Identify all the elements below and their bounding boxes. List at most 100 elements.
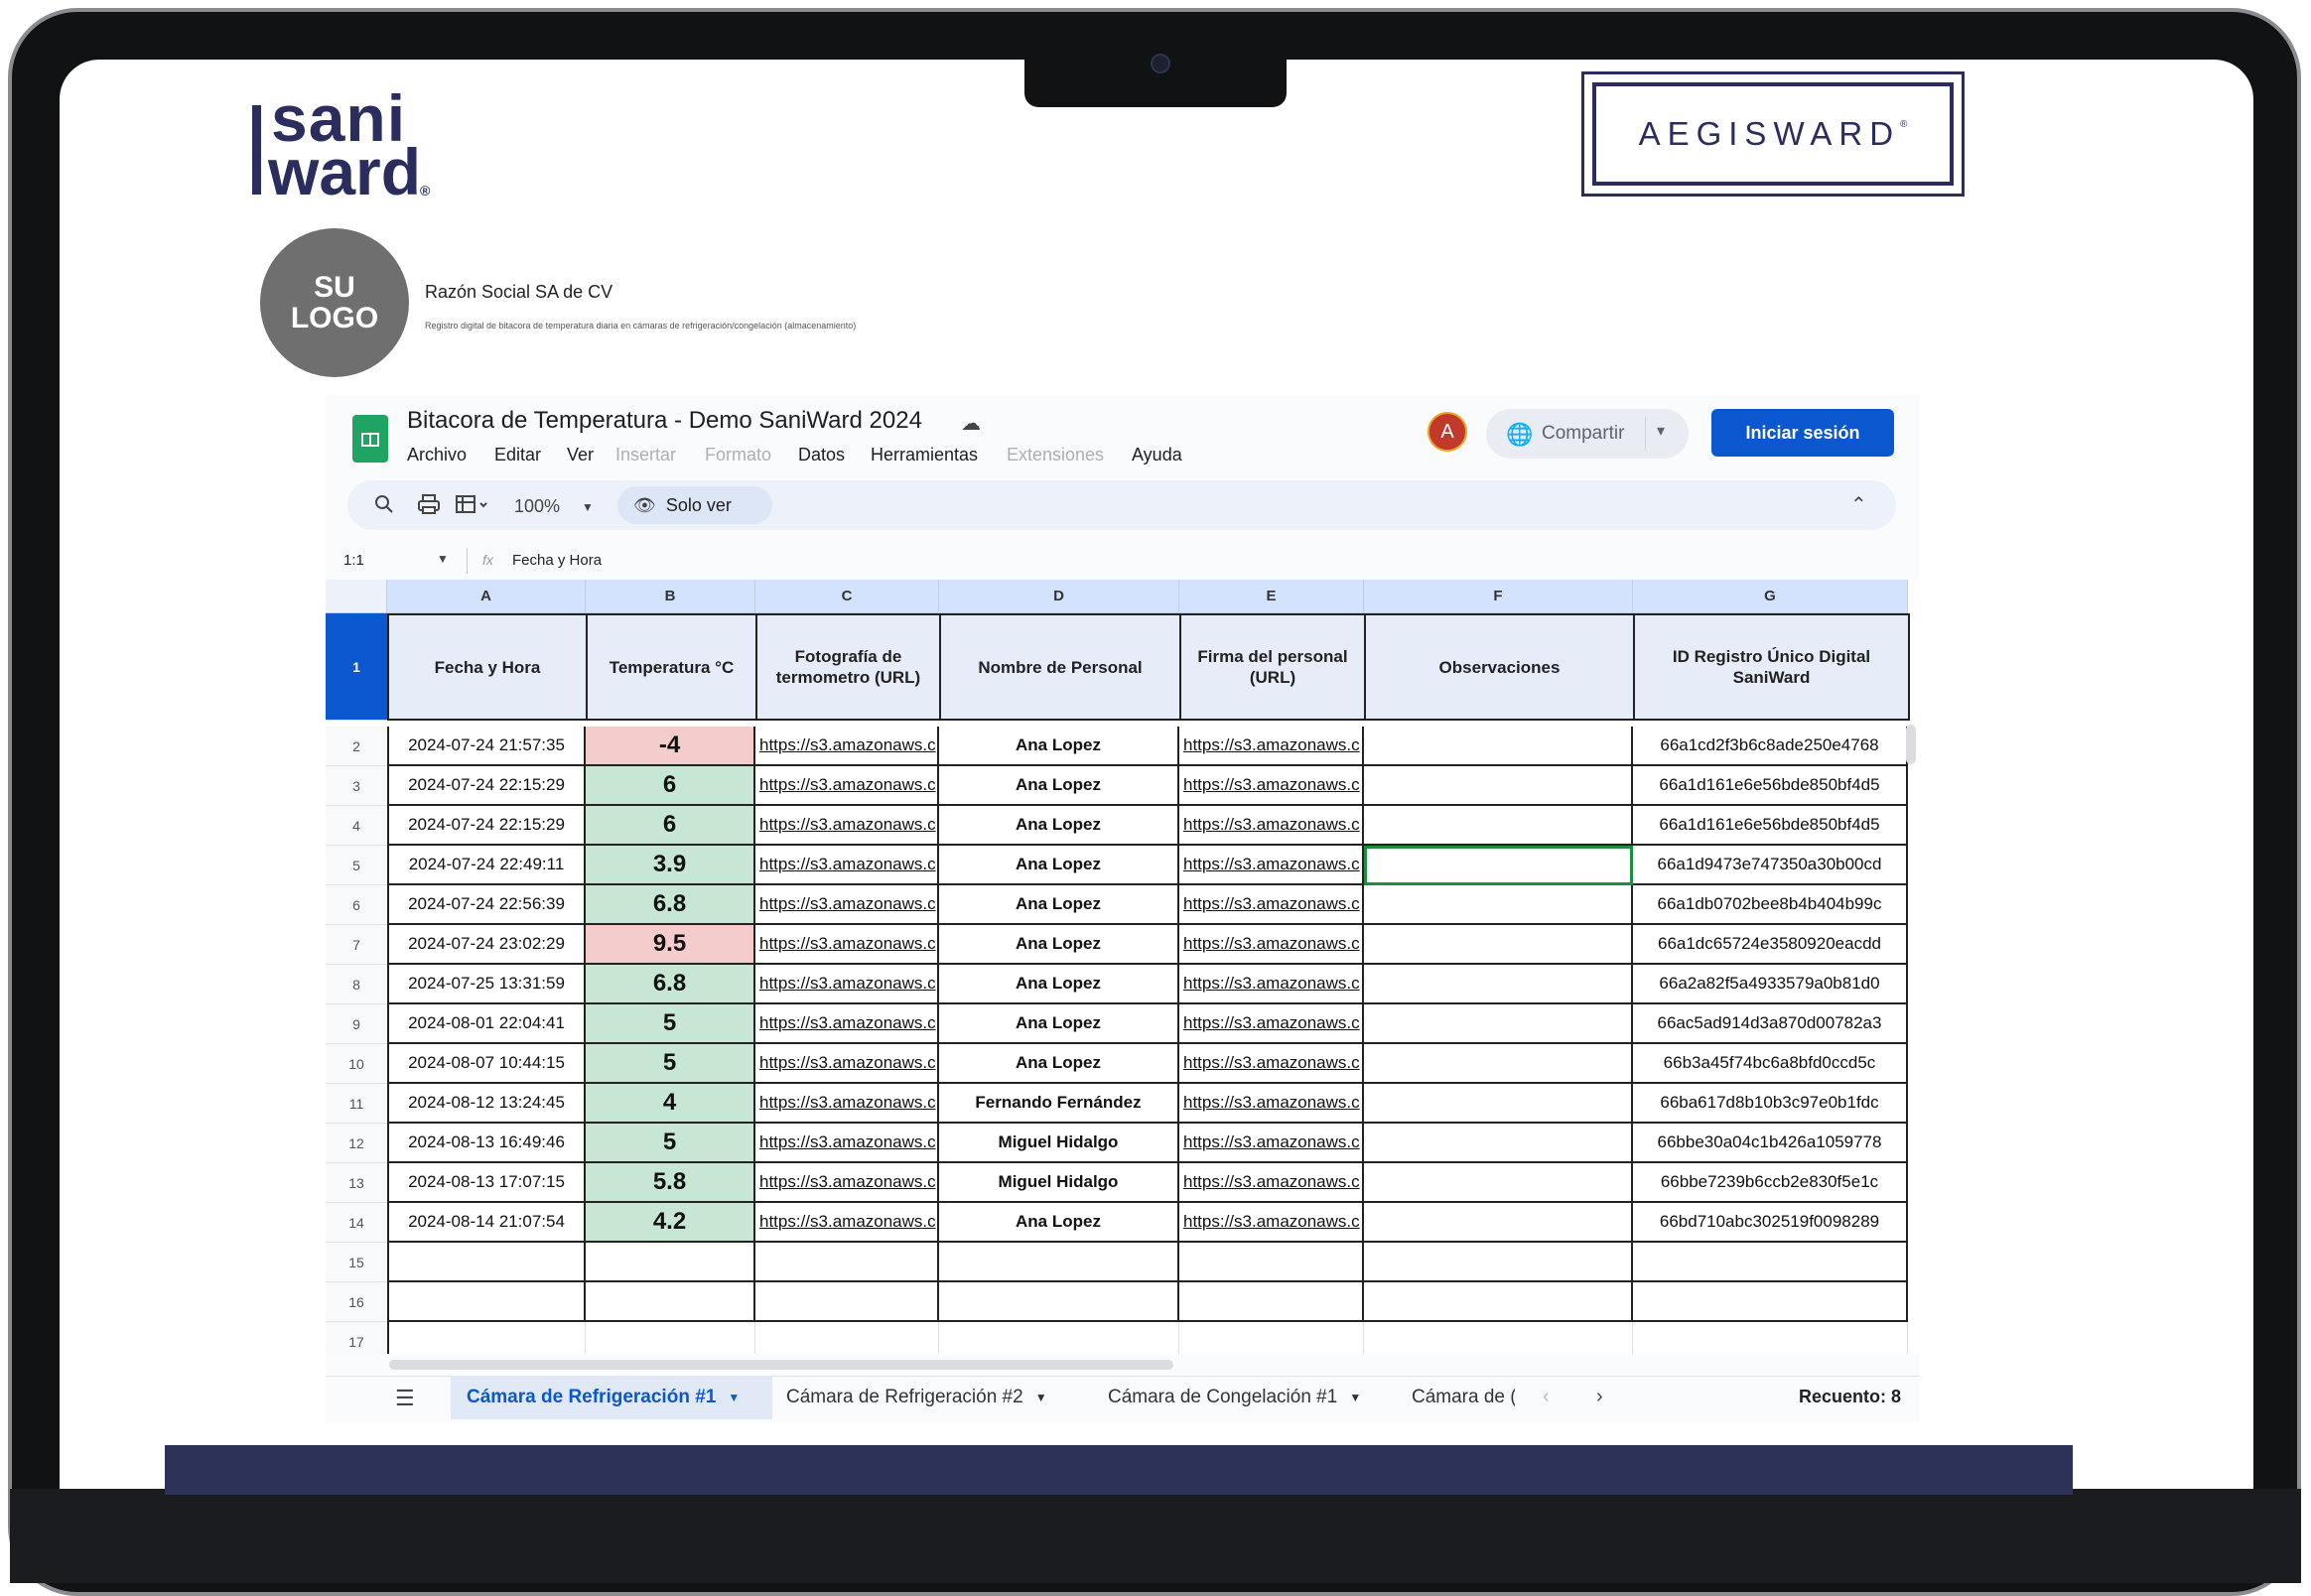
column-header-d[interactable]: D xyxy=(939,580,1179,613)
header-cell[interactable]: Temperatura °C xyxy=(586,613,757,721)
table-cell[interactable]: 2024-07-24 22:49:11 xyxy=(387,846,586,885)
menu-item-formato[interactable]: Formato xyxy=(705,445,771,466)
observation-cell[interactable] xyxy=(1364,925,1633,965)
table-cell[interactable]: Ana Lopez xyxy=(939,885,1179,925)
observation-cell[interactable] xyxy=(1364,806,1633,846)
table-cell[interactable]: Ana Lopez xyxy=(939,1004,1179,1044)
empty-cell[interactable] xyxy=(1633,1322,1908,1354)
empty-cell[interactable] xyxy=(1179,1243,1364,1282)
table-cell[interactable]: 2024-08-13 16:49:46 xyxy=(387,1124,586,1163)
empty-cell[interactable] xyxy=(1633,1282,1908,1322)
table-cell[interactable]: 66bbe30a04c1b426a1059778 xyxy=(1633,1124,1908,1163)
table-cell[interactable]: 2024-08-07 10:44:15 xyxy=(387,1044,586,1084)
column-header-c[interactable]: C xyxy=(755,580,939,613)
temperature-cell[interactable]: 6 xyxy=(586,806,755,846)
document-title[interactable]: Bitacora de Temperatura - Demo SaniWard … xyxy=(407,407,922,435)
observation-cell[interactable] xyxy=(1364,766,1633,806)
row-header[interactable]: 13 xyxy=(326,1163,387,1203)
column-header-a[interactable]: A xyxy=(387,580,586,613)
url-link[interactable]: https://s3.amazonaws.c xyxy=(1179,1084,1364,1124)
header-cell[interactable]: Fotografía de termometro (URL) xyxy=(755,613,941,721)
table-cell[interactable]: 66a1cd2f3b6c8ade250e4768 xyxy=(1633,727,1908,766)
row-header[interactable]: 3 xyxy=(326,766,387,806)
observation-cell[interactable] xyxy=(1364,727,1633,766)
temperature-cell[interactable]: 5.8 xyxy=(586,1163,755,1203)
observation-cell[interactable] xyxy=(1364,1004,1633,1044)
table-cell[interactable]: 2024-07-24 23:02:29 xyxy=(387,925,586,965)
observation-cell[interactable] xyxy=(1364,1124,1633,1163)
empty-cell[interactable] xyxy=(755,1282,939,1322)
observation-cell[interactable] xyxy=(1364,1044,1633,1084)
header-cell[interactable]: ID Registro Único Digital SaniWard xyxy=(1633,613,1910,721)
temperature-cell[interactable]: 5 xyxy=(586,1004,755,1044)
row-header[interactable]: 1 xyxy=(326,613,387,721)
url-link[interactable]: https://s3.amazonaws.c xyxy=(1179,925,1364,965)
temperature-cell[interactable]: 4.2 xyxy=(586,1203,755,1243)
table-cell[interactable]: 2024-08-12 13:24:45 xyxy=(387,1084,586,1124)
url-link[interactable]: https://s3.amazonaws.c xyxy=(755,1084,939,1124)
row-header[interactable]: 16 xyxy=(326,1282,387,1322)
menu-item-editar[interactable]: Editar xyxy=(494,445,541,466)
row-header[interactable]: 12 xyxy=(326,1124,387,1163)
empty-cell[interactable] xyxy=(1364,1243,1633,1282)
row-header[interactable]: 5 xyxy=(326,846,387,885)
menu-item-insertar[interactable]: Insertar xyxy=(615,445,676,466)
temperature-cell[interactable]: 5 xyxy=(586,1044,755,1084)
table-cell[interactable]: 66a2a82f5a4933579a0b81d0 xyxy=(1633,965,1908,1004)
menu-item-datos[interactable]: Datos xyxy=(798,445,845,466)
table-cell[interactable]: Ana Lopez xyxy=(939,1044,1179,1084)
row-header[interactable]: 6 xyxy=(326,885,387,925)
name-box-dropdown-icon[interactable]: ▼ xyxy=(437,552,449,566)
empty-cell[interactable] xyxy=(755,1322,939,1354)
sheet-tab[interactable]: Cámara de Congelación #1 ▼ xyxy=(1092,1376,1390,1419)
table-cell[interactable]: 66bbe7239b6ccb2e830f5e1c xyxy=(1633,1163,1908,1203)
header-cell[interactable]: Observaciones xyxy=(1364,613,1635,721)
url-link[interactable]: https://s3.amazonaws.c xyxy=(755,925,939,965)
url-link[interactable]: https://s3.amazonaws.c xyxy=(755,885,939,925)
row-header[interactable]: 2 xyxy=(326,727,387,766)
url-link[interactable]: https://s3.amazonaws.c xyxy=(755,1044,939,1084)
zoom-dropdown-icon[interactable]: ▼ xyxy=(582,500,594,514)
formula-bar[interactable]: Fecha y Hora xyxy=(512,552,602,569)
empty-cell[interactable] xyxy=(1633,1243,1908,1282)
url-link[interactable]: https://s3.amazonaws.c xyxy=(1179,846,1364,885)
observation-cell[interactable] xyxy=(1364,1163,1633,1203)
avatar[interactable]: A xyxy=(1427,412,1467,452)
row-header[interactable]: 15 xyxy=(326,1243,387,1282)
empty-cell[interactable] xyxy=(586,1282,755,1322)
row-header[interactable]: 8 xyxy=(326,965,387,1004)
temperature-cell[interactable]: 4 xyxy=(586,1084,755,1124)
table-cell[interactable]: 66a1d161e6e56bde850bf4d5 xyxy=(1633,766,1908,806)
url-link[interactable]: https://s3.amazonaws.c xyxy=(755,846,939,885)
table-cell[interactable]: Ana Lopez xyxy=(939,846,1179,885)
observation-cell[interactable] xyxy=(1364,1084,1633,1124)
empty-cell[interactable] xyxy=(1179,1282,1364,1322)
table-cell[interactable]: 2024-07-24 22:15:29 xyxy=(387,766,586,806)
url-link[interactable]: https://s3.amazonaws.c xyxy=(1179,727,1364,766)
url-link[interactable]: https://s3.amazonaws.c xyxy=(1179,1163,1364,1203)
table-cell[interactable]: 66a1d9473e747350a30b00cd xyxy=(1633,846,1908,885)
cloud-icon[interactable]: ☁ xyxy=(961,411,981,436)
url-link[interactable]: https://s3.amazonaws.c xyxy=(755,766,939,806)
temperature-cell[interactable]: 6.8 xyxy=(586,965,755,1004)
empty-cell[interactable] xyxy=(387,1243,586,1282)
table-cell[interactable]: 2024-07-24 22:56:39 xyxy=(387,885,586,925)
table-cell[interactable]: 2024-07-25 13:31:59 xyxy=(387,965,586,1004)
temperature-cell[interactable]: 3.9 xyxy=(586,846,755,885)
empty-cell[interactable] xyxy=(586,1243,755,1282)
temperature-cell[interactable]: 9.5 xyxy=(586,925,755,965)
share-button[interactable]: 🌐 Compartir ▾ xyxy=(1486,409,1689,459)
url-link[interactable]: https://s3.amazonaws.c xyxy=(1179,1203,1364,1243)
row-header[interactable]: 14 xyxy=(326,1203,387,1243)
header-cell[interactable]: Nombre de Personal xyxy=(939,613,1181,721)
chevron-down-icon[interactable]: ▾ xyxy=(1657,421,1665,441)
row-header[interactable]: 10 xyxy=(326,1044,387,1084)
select-all-corner[interactable] xyxy=(326,580,387,613)
table-cell[interactable]: Ana Lopez xyxy=(939,965,1179,1004)
row-header[interactable]: 4 xyxy=(326,806,387,846)
url-link[interactable]: https://s3.amazonaws.c xyxy=(755,1203,939,1243)
column-header-f[interactable]: F xyxy=(1364,580,1633,613)
sheet-tab[interactable]: Cámara de ( xyxy=(1396,1376,1515,1419)
url-link[interactable]: https://s3.amazonaws.c xyxy=(755,1163,939,1203)
table-cell[interactable]: 66ac5ad914d3a870d00782a3 xyxy=(1633,1004,1908,1044)
